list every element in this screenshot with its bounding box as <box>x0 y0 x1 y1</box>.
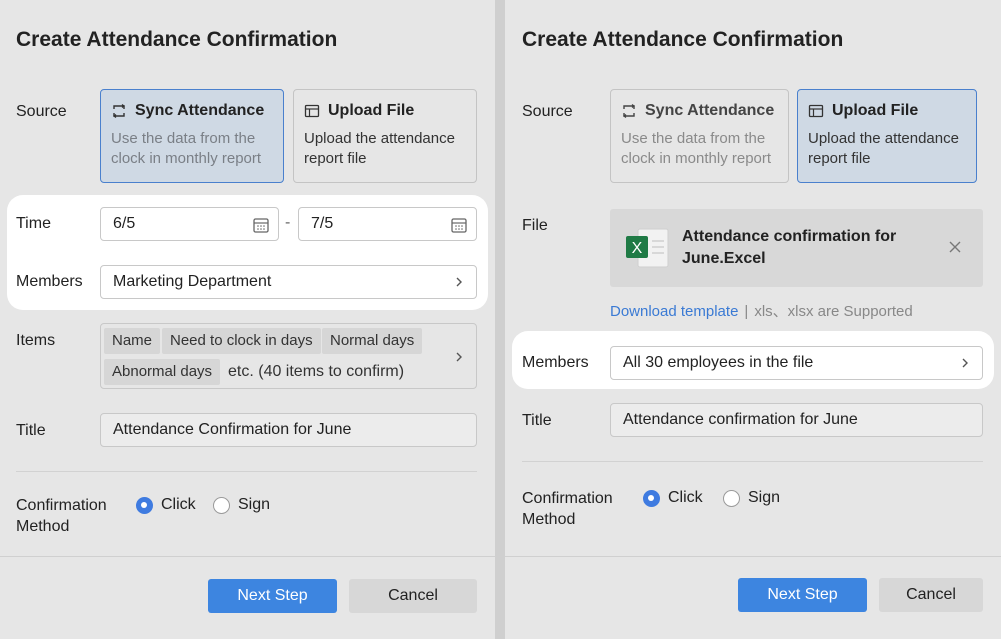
right-panel: Create Attendance Confirmation Source Sy… <box>505 0 1001 639</box>
end-date-field[interactable]: 7/5 <box>298 207 477 241</box>
next-step-button[interactable]: Next Step <box>738 578 867 612</box>
footer-divider <box>0 556 495 557</box>
next-step-button[interactable]: Next Step <box>208 579 337 613</box>
sync-card-desc: Use the data from the clock in monthly r… <box>621 130 772 167</box>
calendar-icon <box>451 218 467 233</box>
members-label: Members <box>16 273 83 290</box>
radio-sign-label: Sign <box>238 496 271 513</box>
file-label: File <box>522 217 548 234</box>
source-label: Source <box>16 103 67 120</box>
sync-attendance-card[interactable]: Sync Attendance Use the data from the cl… <box>610 89 789 183</box>
radio-sign[interactable]: Sign <box>723 489 780 507</box>
method-label: Confirmation Method <box>522 488 613 530</box>
upload-file-card[interactable]: Upload File Upload the attendance report… <box>293 89 477 183</box>
radio-sign-label: Sign <box>748 489 781 506</box>
date-separator: - <box>285 214 291 231</box>
supported-formats: xls、xlsx are Supported <box>754 303 913 320</box>
footer-divider <box>505 556 1001 557</box>
sync-icon <box>113 104 125 118</box>
excel-file-icon: X <box>626 228 669 268</box>
chevron-right-icon <box>962 358 968 368</box>
template-row: Download template | xls、xlsx are Supported <box>610 300 913 321</box>
source-label: Source <box>522 103 573 120</box>
time-label: Time <box>16 215 51 232</box>
cancel-button[interactable]: Cancel <box>879 578 983 612</box>
calendar-icon <box>253 218 269 233</box>
items-label: Items <box>16 332 56 349</box>
chevron-right-icon <box>456 277 462 287</box>
title-label: Title <box>522 412 552 429</box>
divider <box>522 461 983 462</box>
upload-card-desc: Upload the attendance report file <box>304 130 455 167</box>
items-selector[interactable]: Name Need to clock in days Normal days A… <box>100 323 477 389</box>
upload-file-card[interactable]: Upload File Upload the attendance report… <box>797 89 977 183</box>
sync-attendance-card[interactable]: Sync Attendance Use the data from the cl… <box>100 89 284 183</box>
method-label-line1: Confirmation <box>522 490 613 507</box>
radio-checked-icon <box>136 496 153 514</box>
sync-card-title: Sync Attendance <box>645 102 775 119</box>
radio-click-label: Click <box>161 496 196 513</box>
uploaded-file: X Attendance confirmation for June.Excel <box>610 209 983 287</box>
method-label-line2: Method <box>522 511 576 528</box>
radio-sign[interactable]: Sign <box>213 496 270 514</box>
method-label: Confirmation Method <box>16 495 107 537</box>
start-date-field[interactable]: 6/5 <box>100 207 279 241</box>
title-value: Attendance Confirmation for June <box>113 421 352 438</box>
item-tag: Name <box>104 328 161 354</box>
sync-icon <box>623 104 635 118</box>
members-label: Members <box>522 354 589 371</box>
method-label-line2: Method <box>16 518 70 535</box>
left-panel: Create Attendance Confirmation Source Sy… <box>0 0 495 639</box>
chevron-right-icon <box>456 352 462 362</box>
members-selector[interactable]: Marketing Department <box>100 265 477 299</box>
page-title: Create Attendance Confirmation <box>16 28 338 51</box>
radio-click[interactable]: Click <box>643 489 703 507</box>
link-separator: | <box>744 303 749 320</box>
divider <box>16 471 477 472</box>
upload-card-title: Upload File <box>328 102 415 119</box>
title-value: Attendance confirmation for June <box>623 411 858 428</box>
members-selector[interactable]: All 30 employees in the file <box>610 346 983 380</box>
item-tag: Abnormal days <box>104 359 221 385</box>
cancel-button[interactable]: Cancel <box>349 579 477 613</box>
sync-card-title: Sync Attendance <box>135 102 265 119</box>
download-template-link[interactable]: Download template <box>610 303 738 320</box>
radio-click-label: Click <box>668 489 703 506</box>
members-value: Marketing Department <box>113 273 272 290</box>
upload-card-desc: Upload the attendance report file <box>808 130 959 167</box>
members-value: All 30 employees in the file <box>623 354 814 371</box>
radio-click[interactable]: Click <box>136 496 196 514</box>
sync-card-desc: Use the data from the clock in monthly r… <box>111 130 262 167</box>
items-more-text: etc. (40 items to confirm) <box>228 363 405 380</box>
title-input[interactable]: Attendance confirmation for June <box>610 403 983 437</box>
close-icon[interactable] <box>947 239 963 255</box>
item-tag: Need to clock in days <box>162 328 321 354</box>
end-date-value: 7/5 <box>311 215 334 232</box>
title-input[interactable]: Attendance Confirmation for June <box>100 413 477 447</box>
upload-card-title: Upload File <box>832 102 919 119</box>
radio-unchecked-icon <box>723 489 740 507</box>
start-date-value: 6/5 <box>113 215 136 232</box>
radio-checked-icon <box>643 489 660 507</box>
page-title: Create Attendance Confirmation <box>522 28 844 51</box>
file-name: Attendance confirmation for June.Excel <box>682 228 897 267</box>
table-icon <box>304 104 320 118</box>
table-icon <box>808 104 824 118</box>
svg-text:X: X <box>632 240 643 257</box>
title-label: Title <box>16 422 46 439</box>
item-tag: Normal days <box>322 328 423 354</box>
radio-unchecked-icon <box>213 496 230 514</box>
method-label-line1: Confirmation <box>16 497 107 514</box>
